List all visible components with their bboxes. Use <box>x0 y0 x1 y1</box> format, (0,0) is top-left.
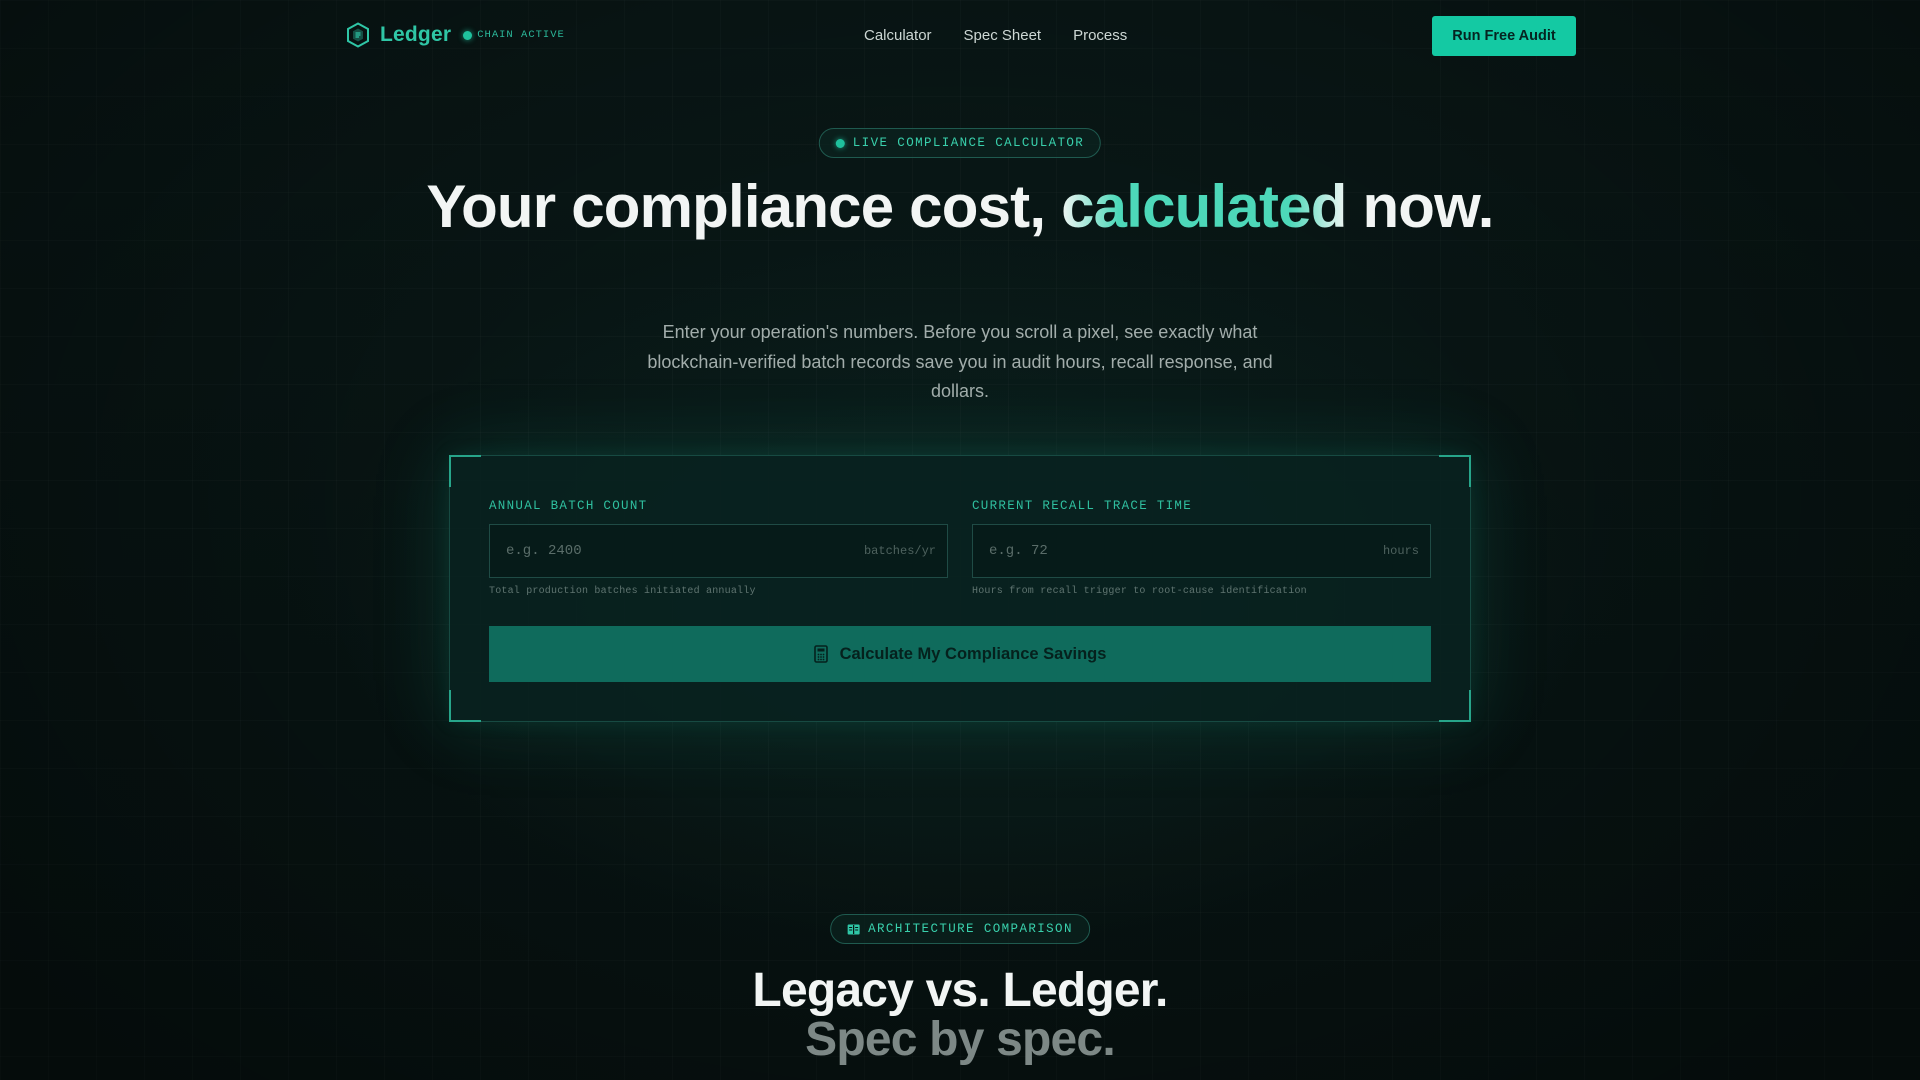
annual-batch-count-input-wrap: batches/yr <box>489 524 948 578</box>
chain-status-badge: CHAIN ACTIVE <box>463 29 565 41</box>
hero-title: Your compliance cost, calculated now. <box>360 176 1560 237</box>
architecture-comparison-label: ARCHITECTURE COMPARISON <box>868 922 1073 936</box>
recall-trace-time-help: Hours from recall trigger to root-cause … <box>972 586 1307 597</box>
nav-links: Calculator Spec Sheet Process <box>864 27 1127 44</box>
recall-trace-time-input-wrap: hours <box>972 524 1431 578</box>
annual-batch-count-help: Total production batches initiated annua… <box>489 586 756 597</box>
annual-batch-count-label: ANNUAL BATCH COUNT <box>489 499 648 513</box>
brand-logo-link[interactable]: Ledger CHAIN ACTIVE <box>346 22 565 48</box>
chain-status-label: CHAIN ACTIVE <box>477 29 565 41</box>
recall-trace-time-field: CURRENT RECALL TRACE TIME hours Hours fr… <box>972 496 1431 597</box>
nav-link-calculator[interactable]: Calculator <box>864 27 932 44</box>
recall-trace-time-unit: hours <box>1382 544 1419 558</box>
comparison-title: Legacy vs. Ledger. Spec by spec. <box>560 966 1360 1064</box>
calculate-savings-button[interactable]: Calculate My Compliance Savings <box>489 626 1431 682</box>
comparison-title-line1: Legacy vs. Ledger. <box>752 964 1168 1017</box>
columns-icon <box>847 924 860 934</box>
hero-title-accent: calculated <box>1061 173 1347 240</box>
live-calculator-badge: LIVE COMPLIANCE CALCULATOR <box>818 128 1102 158</box>
recall-trace-time-label: CURRENT RECALL TRACE TIME <box>972 499 1193 513</box>
hero-subtitle: Enter your operation's numbers. Before y… <box>647 322 1273 401</box>
annual-batch-count-field: ANNUAL BATCH COUNT batches/yr Total prod… <box>489 496 948 597</box>
live-dot-icon <box>835 138 845 148</box>
status-dot-icon <box>463 30 473 40</box>
nav-link-process[interactable]: Process <box>1073 27 1127 44</box>
nav-link-spec-sheet[interactable]: Spec Sheet <box>964 27 1042 44</box>
compliance-calculator-card: ANNUAL BATCH COUNT batches/yr Total prod… <box>449 455 1471 722</box>
corner-bracket-top-right <box>1439 455 1471 487</box>
hero-title-lead: Your compliance cost, <box>426 173 1062 240</box>
corner-bracket-bottom-right <box>1439 690 1471 722</box>
live-calculator-badge-label: LIVE COMPLIANCE CALCULATOR <box>852 136 1085 150</box>
corner-bracket-bottom-left <box>449 690 481 722</box>
comparison-title-line2: Spec by spec. <box>805 1013 1116 1066</box>
calculate-savings-label: Calculate My Compliance Savings <box>839 644 1107 663</box>
calculator-icon <box>813 645 828 663</box>
brand-name: Ledger <box>380 23 452 46</box>
hexagon-logo-icon <box>347 22 369 48</box>
architecture-comparison-badge: ARCHITECTURE COMPARISON <box>830 914 1090 944</box>
annual-batch-count-unit: batches/yr <box>863 544 936 558</box>
corner-bracket-top-left <box>449 455 481 487</box>
run-free-audit-button[interactable]: Run Free Audit <box>1432 16 1576 56</box>
hero-title-tail: now. <box>1346 173 1494 240</box>
top-nav: Ledger CHAIN ACTIVE Calculator Spec Shee… <box>0 0 1920 72</box>
recall-trace-time-input[interactable] <box>973 525 1430 577</box>
